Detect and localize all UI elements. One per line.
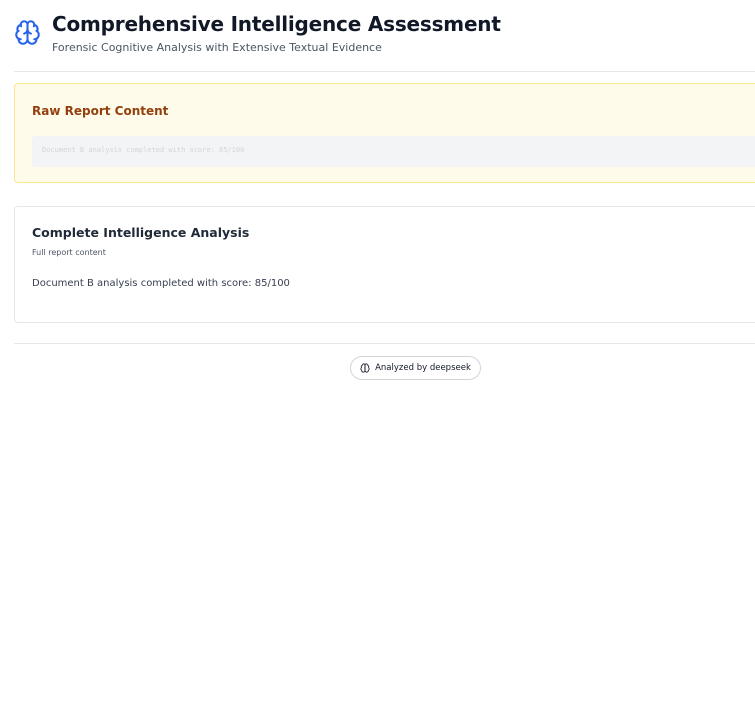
footer-divider <box>14 343 755 344</box>
brain-icon <box>360 363 370 373</box>
page-header: Comprehensive Intelligence Assessment Fo… <box>14 10 501 55</box>
page-subtitle: Forensic Cognitive Analysis with Extensi… <box>52 41 382 54</box>
analyzed-by-label: Analyzed by deepseek <box>375 363 471 373</box>
analysis-body: Document B analysis completed with score… <box>32 278 290 289</box>
page: Comprehensive Intelligence Assessment Fo… <box>0 0 755 718</box>
analysis-card: Complete Intelligence Analysis Full repo… <box>14 206 755 323</box>
brain-icon <box>15 20 40 45</box>
raw-report-content: Document B analysis completed with score… <box>32 136 755 167</box>
header-divider <box>14 71 755 72</box>
raw-report-title: Raw Report Content <box>32 104 169 118</box>
analysis-title: Complete Intelligence Analysis <box>32 225 250 240</box>
page-title: Comprehensive Intelligence Assessment <box>52 12 501 36</box>
raw-report-card: Raw Report Content Document B analysis c… <box>14 83 755 183</box>
analysis-subtitle: Full report content <box>32 248 106 257</box>
analyzed-by-badge: Analyzed by deepseek <box>350 356 481 380</box>
